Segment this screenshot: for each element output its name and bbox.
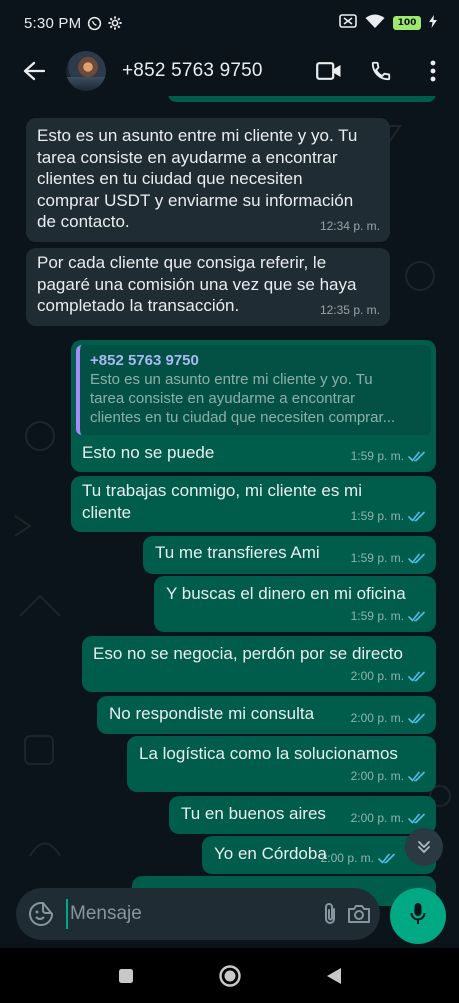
- outgoing-message[interactable]: Yo en Córdoba 2:00 p. m.: [202, 836, 436, 874]
- outgoing-message[interactable]: Tu en buenos aires 2:00 p. m.: [169, 796, 436, 834]
- voice-message-button[interactable]: [390, 888, 446, 944]
- message-meta: 1:59 p. m.: [351, 506, 426, 528]
- contact-name[interactable]: +852 5763 9750: [122, 60, 263, 82]
- quoted-text-line: tarea consiste en ayudarme a encontrar: [90, 390, 356, 407]
- settings-gear-icon: [108, 16, 122, 30]
- message-meta: 1:59 p. m.: [351, 548, 426, 570]
- microphone-icon: [410, 902, 426, 931]
- outgoing-message[interactable]: Y buscas el dinero en mi oficina 1:59 p.…: [154, 576, 436, 632]
- message-composer: [0, 880, 459, 948]
- read-receipt-icon: [408, 511, 426, 522]
- read-receipt-icon: [408, 671, 426, 682]
- home-button[interactable]: [216, 962, 244, 990]
- quoted-text-line: Esto es un asunto entre mi cliente y yo.…: [90, 371, 373, 388]
- message-time: 1:59 p. m.: [350, 448, 404, 463]
- quoted-text-line: clientes en tu ciudad que necesiten comp…: [90, 409, 396, 426]
- message-input[interactable]: [66, 899, 315, 929]
- outgoing-message[interactable]: Tu me transfieres Ami 1:59 p. m.: [143, 536, 436, 574]
- message-meta: 1:59 p. m.: [351, 446, 426, 468]
- status-bar: 5:30 PM 100: [0, 0, 459, 46]
- message-time: 2:00 p. m.: [350, 710, 404, 725]
- recent-apps-button[interactable]: [112, 962, 140, 990]
- message-text: La logística como la solucionamos: [139, 744, 398, 763]
- attach-icon[interactable]: [315, 892, 345, 936]
- message-bubble-partial[interactable]: [168, 96, 436, 102]
- message-time: 2:00 p. m.: [350, 668, 404, 683]
- system-nav-bar: [0, 948, 459, 1003]
- status-time: 5:30 PM: [24, 14, 82, 32]
- back-arrow-icon[interactable]: [20, 57, 48, 85]
- message-meta: 2:00 p. m.: [351, 708, 426, 730]
- message-meta: 2:00 p. m.: [351, 766, 426, 788]
- more-options-icon[interactable]: [407, 49, 459, 93]
- charging-bolt-icon: [429, 14, 437, 32]
- chat-header: +852 5763 9750: [0, 46, 459, 96]
- emoji-sticker-icon[interactable]: [28, 899, 54, 929]
- message-time: 1:59 p. m.: [350, 550, 404, 565]
- contact-avatar[interactable]: [66, 51, 106, 91]
- read-receipt-icon: [408, 451, 426, 462]
- chat-area[interactable]: Esto es un asunto entre mi cliente y yo.…: [0, 96, 459, 948]
- read-receipt-icon: [408, 553, 426, 564]
- message-time: 2:00 p. m.: [350, 810, 404, 825]
- message-time: 2:00 p. m.: [350, 768, 404, 783]
- read-receipt-icon: [408, 771, 426, 782]
- quoted-author: +852 5763 9750: [90, 352, 199, 369]
- message-time: 2:00 p. m.: [320, 850, 374, 865]
- outgoing-message[interactable]: Eso no se negocia, perdón por se directo…: [82, 636, 436, 692]
- camera-icon[interactable]: [345, 892, 375, 936]
- read-receipt-icon: [408, 713, 426, 724]
- screen-cast-off-icon: [339, 14, 357, 32]
- read-receipt-icon: [408, 813, 426, 824]
- message-meta: 2:00 p. m.: [351, 666, 426, 688]
- outgoing-reply-message[interactable]: +852 5763 9750 Esto es un asunto entre m…: [71, 340, 436, 472]
- message-text: Y buscas el dinero en mi oficina: [166, 584, 406, 603]
- scroll-to-bottom-button[interactable]: [405, 828, 443, 866]
- message-meta: 12:34 p. m.: [320, 216, 380, 238]
- message-time: 1:59 p. m.: [350, 608, 404, 623]
- back-nav-button[interactable]: [320, 962, 348, 990]
- message-time: 1:59 p. m.: [350, 508, 404, 523]
- message-meta: 12:35 p. m.: [320, 300, 380, 322]
- incoming-message[interactable]: Por cada cliente que consiga referir, le…: [26, 248, 390, 326]
- outgoing-message[interactable]: La logística como la solucionamos 2:00 p…: [127, 736, 436, 792]
- message-meta: 2:00 p. m.: [321, 848, 396, 870]
- battery-level: 100: [393, 16, 421, 30]
- outgoing-message[interactable]: Tu trabajas conmigo, mi cliente es mi cl…: [71, 476, 436, 532]
- video-call-icon[interactable]: [303, 49, 355, 93]
- message-meta: 1:59 p. m.: [351, 606, 426, 628]
- quoted-message[interactable]: +852 5763 9750 Esto es un asunto entre m…: [76, 345, 431, 435]
- message-time: 12:34 p. m.: [319, 218, 380, 233]
- message-text: Eso no se negocia, perdón por se directo: [93, 644, 403, 663]
- incoming-message[interactable]: Esto es un asunto entre mi cliente y yo.…: [26, 118, 390, 242]
- outgoing-message[interactable]: No respondiste mi consulta 2:00 p. m.: [97, 696, 436, 734]
- message-time: 12:35 p. m.: [319, 302, 380, 317]
- read-receipt-icon: [408, 611, 426, 622]
- message-meta: 2:00 p. m.: [351, 808, 426, 830]
- read-receipt-icon: [378, 853, 396, 864]
- compose-box: [16, 888, 380, 940]
- battery-icon: 100: [393, 16, 421, 30]
- wifi-icon: [365, 14, 385, 33]
- whatsapp-notification-icon: [87, 16, 102, 31]
- voice-call-icon[interactable]: [355, 49, 407, 93]
